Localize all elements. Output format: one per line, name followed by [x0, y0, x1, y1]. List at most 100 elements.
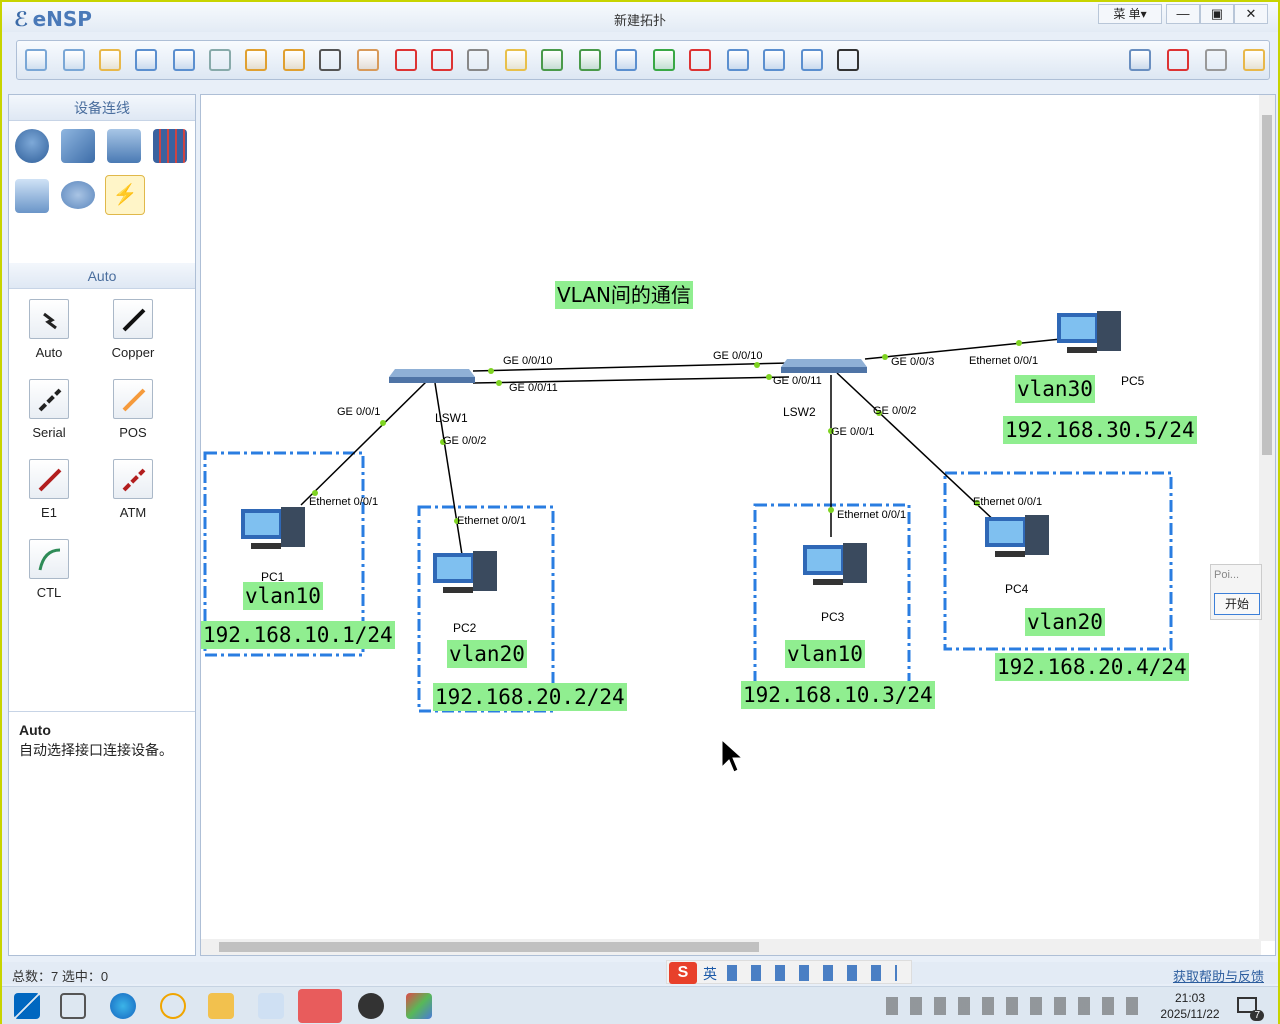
- ip-label-pc1[interactable]: 192.168.10.1/24: [201, 621, 395, 649]
- recorder-icon[interactable]: [298, 989, 342, 1023]
- pc5-icon[interactable]: [1047, 309, 1127, 365]
- ip-label-pc5[interactable]: 192.168.30.5/24: [1003, 416, 1197, 444]
- new-topology-icon[interactable]: [25, 49, 47, 71]
- pc2-icon[interactable]: [423, 549, 503, 605]
- port-label: Ethernet 0/0/1: [837, 509, 907, 521]
- grid-icon[interactable]: [801, 49, 823, 71]
- vlan-label-pc1[interactable]: vlan10: [243, 582, 323, 610]
- delete-icon[interactable]: [395, 49, 417, 71]
- start-button[interactable]: 开始: [1214, 593, 1260, 615]
- zoom-out-icon[interactable]: [579, 49, 601, 71]
- select-icon[interactable]: [319, 49, 341, 71]
- stop-device-icon[interactable]: [689, 49, 711, 71]
- pan-hand-icon[interactable]: [357, 49, 379, 71]
- chat-icon[interactable]: [1129, 49, 1151, 71]
- cable-label: ATM: [119, 505, 147, 520]
- description-title: Auto: [19, 722, 51, 738]
- vlan-label-pc4[interactable]: vlan20: [1025, 608, 1105, 636]
- cloud-icon[interactable]: [61, 181, 95, 209]
- vertical-scroll-thumb[interactable]: [1262, 115, 1272, 455]
- sogou-icon[interactable]: S: [669, 962, 697, 984]
- open-icon[interactable]: [99, 49, 121, 71]
- device-panel: 设备连线 ⚡ Auto Auto Copper Serial POS E1 AT…: [8, 94, 196, 956]
- topology-canvas[interactable]: LSW1 LSW2 PC1 PC2 PC3 PC4 PC5 GE 0/0/10 …: [200, 94, 1276, 956]
- port-dot: [766, 374, 772, 380]
- cable-ctl[interactable]: CTL: [19, 539, 79, 600]
- switch-icon[interactable]: [61, 129, 95, 163]
- huawei-icon[interactable]: [1167, 49, 1189, 71]
- ip-label-pc2[interactable]: 192.168.20.2/24: [433, 683, 627, 711]
- fit-view-icon[interactable]: [615, 49, 637, 71]
- cable-pos[interactable]: POS: [103, 379, 163, 440]
- close-button[interactable]: ✕: [1234, 4, 1268, 24]
- lsw2-label: LSW2: [783, 405, 816, 419]
- image-tool-icon[interactable]: [406, 993, 432, 1019]
- horizontal-scroll-thumb[interactable]: [219, 942, 759, 952]
- port-dot: [380, 420, 386, 426]
- file-explorer-icon[interactable]: [208, 993, 234, 1019]
- save-as-icon[interactable]: [173, 49, 195, 71]
- vlan-label-pc3[interactable]: vlan10: [785, 640, 865, 668]
- cable-label: E1: [41, 505, 57, 520]
- task-view-icon[interactable]: [60, 993, 86, 1019]
- windows-start-icon[interactable]: [14, 993, 40, 1019]
- topology-title[interactable]: VLAN间的通信: [555, 281, 693, 309]
- cable-e1[interactable]: E1: [19, 459, 79, 520]
- vlan-label-pc2[interactable]: vlan20: [447, 640, 527, 668]
- edge-icon[interactable]: [110, 993, 136, 1019]
- help-feedback-link[interactable]: 获取帮助与反馈: [1173, 966, 1264, 985]
- text-icon[interactable]: [467, 49, 489, 71]
- rectangle-icon[interactable]: [505, 49, 527, 71]
- wireless-icon[interactable]: [107, 129, 141, 163]
- pc3-icon[interactable]: [793, 541, 873, 597]
- menu-button[interactable]: 菜 单▾: [1098, 4, 1162, 24]
- help-icon[interactable]: [1243, 49, 1265, 71]
- cli-icon[interactable]: [837, 49, 859, 71]
- cable-serial[interactable]: Serial: [19, 379, 79, 440]
- port-label: GE 0/0/11: [509, 382, 558, 394]
- taskbar: 21:03 2025/11/22 7: [2, 986, 1278, 1024]
- port-dot: [488, 368, 494, 374]
- zoom-in-icon[interactable]: [541, 49, 563, 71]
- pc1-icon[interactable]: [231, 505, 311, 561]
- minimize-button[interactable]: —: [1166, 4, 1200, 24]
- maximize-button[interactable]: ▣: [1200, 4, 1234, 24]
- notification-icon[interactable]: 7: [1236, 995, 1264, 1021]
- cable-auto[interactable]: Auto: [19, 299, 79, 360]
- new-sample-icon[interactable]: [63, 49, 85, 71]
- ensp-taskbar-icon[interactable]: [258, 993, 284, 1019]
- lsw2-switch-icon[interactable]: [781, 353, 867, 375]
- system-tray-icons[interactable]: [886, 997, 1146, 1015]
- pc4-icon[interactable]: [975, 513, 1055, 569]
- app-icon[interactable]: [160, 993, 186, 1019]
- ime-mode[interactable]: 英: [703, 964, 717, 984]
- app-window: ℰeNSP 新建拓扑 菜 单▾ — ▣ ✕ 设备连线 ⚡ Auto Auto C…: [0, 0, 1280, 1024]
- topology-icon[interactable]: [763, 49, 785, 71]
- connection-icon[interactable]: ⚡: [105, 175, 145, 215]
- port-label: GE 0/0/3: [891, 356, 935, 368]
- firewall-icon[interactable]: [153, 129, 187, 163]
- obs-icon[interactable]: [358, 993, 384, 1019]
- pc-device-icon[interactable]: [15, 179, 49, 213]
- print-icon[interactable]: [209, 49, 231, 71]
- ip-label-pc4[interactable]: 192.168.20.4/24: [995, 653, 1189, 681]
- cable-label: Auto: [35, 345, 63, 360]
- save-icon[interactable]: [135, 49, 157, 71]
- undo-icon[interactable]: [245, 49, 267, 71]
- vertical-scrollbar[interactable]: [1259, 95, 1275, 941]
- cable-atm[interactable]: ATM: [103, 459, 163, 520]
- cable-copper[interactable]: Copper: [103, 299, 163, 360]
- router-icon[interactable]: [15, 129, 49, 163]
- ime-tools-icon[interactable]: [727, 965, 897, 981]
- start-device-icon[interactable]: [653, 49, 675, 71]
- capture-icon[interactable]: [727, 49, 749, 71]
- delete-link-icon[interactable]: [431, 49, 453, 71]
- horizontal-scrollbar[interactable]: [201, 939, 1261, 955]
- lsw1-switch-icon[interactable]: [389, 363, 475, 385]
- redo-icon[interactable]: [283, 49, 305, 71]
- port-dot: [1016, 340, 1022, 346]
- ip-label-pc3[interactable]: 192.168.10.3/24: [741, 681, 935, 709]
- clock[interactable]: 21:03 2025/11/22: [1154, 990, 1226, 1022]
- vlan-label-pc5[interactable]: vlan30: [1015, 375, 1095, 403]
- settings-icon[interactable]: [1205, 49, 1227, 71]
